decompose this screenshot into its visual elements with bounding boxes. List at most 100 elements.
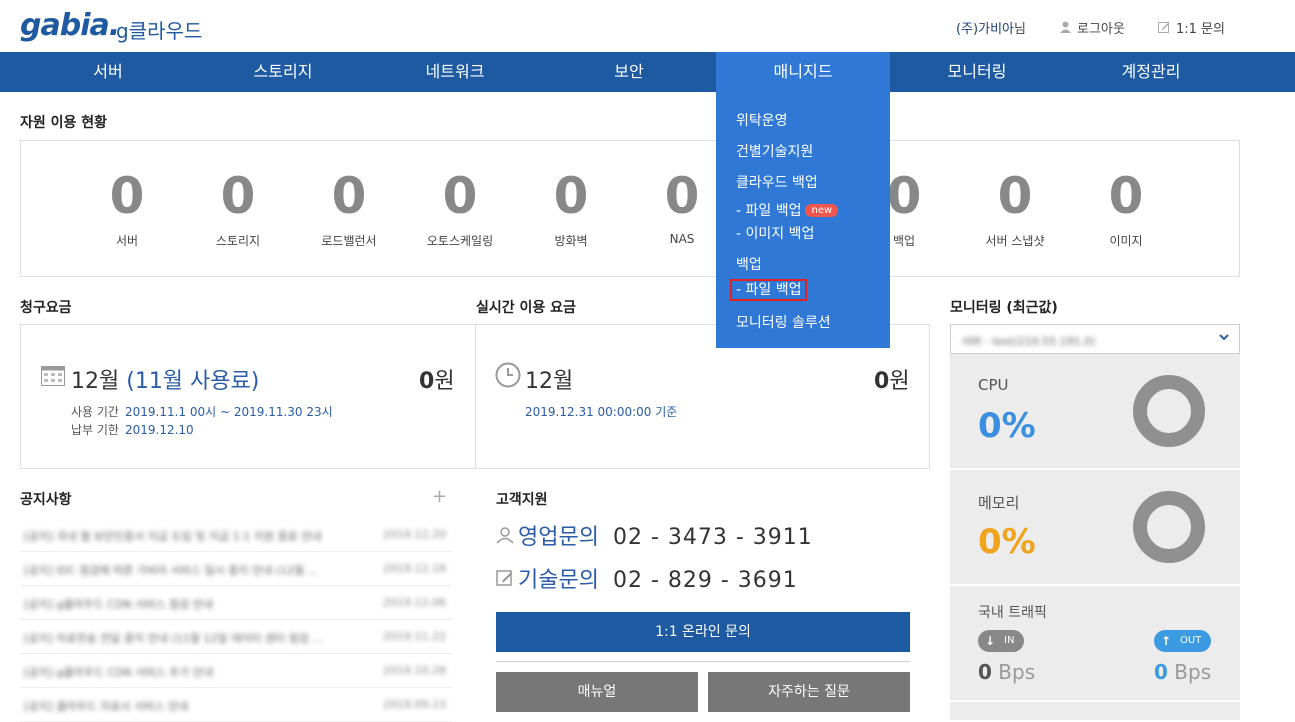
notice-row[interactable]: [공지] 자료전송 전달 중지 안내 (11월 12일 데이터 센터 점검 ..… — [20, 620, 452, 654]
notice-date: 2019.12.18 — [383, 562, 446, 575]
managed-dropdown-menu: 위탁운영 건별기술지원 클라우드 백업 - 파일 백업 new - 이미지 백업 … — [716, 92, 890, 348]
traffic-out-value: 0 Bps — [1154, 660, 1211, 684]
notices-more-button[interactable]: + — [432, 486, 447, 507]
resource-count: 0 — [997, 167, 1033, 225]
logout-link[interactable]: 로그아웃 — [1060, 18, 1125, 37]
notice-row[interactable]: [공지] g클라우드 CDN 서비스 추가 안내 2019.10.28 — [20, 654, 452, 688]
realtime-amount: 0원 — [874, 363, 910, 395]
menu-item-cloud-file-backup[interactable]: - 파일 백업 new — [736, 200, 839, 220]
resource-label: 서버 — [115, 234, 139, 248]
resource-storage[interactable]: 0 스토리지 — [188, 166, 288, 249]
traffic-out-badge: ↑ OUT — [1154, 630, 1212, 652]
company-label: (주)가비아 — [956, 22, 1014, 37]
notice-title: [공지] 국내 웹 보안인증서 지급 도입 및 지급 1:1 지원 종료 안내 — [24, 530, 322, 543]
menu-item-file-backup[interactable]: - 파일 백업 — [730, 279, 808, 301]
menu-item-label-highlighted: - 파일 백업 — [730, 279, 808, 301]
monitoring-title: 모니터링 (최근값) — [950, 300, 1058, 316]
nav-security[interactable]: 보안 — [521, 52, 737, 92]
clock-icon — [495, 362, 521, 392]
edit-icon — [1158, 21, 1170, 36]
resource-server[interactable]: 0 서버 — [77, 166, 177, 249]
resource-label: 로드밸런서 — [321, 234, 377, 248]
due-value: 2019.12.10 — [124, 423, 194, 437]
company-name: (주)가비아님 — [956, 18, 1026, 37]
sales-contact: 영업문의 02 - 3473 - 3911 — [496, 519, 813, 551]
resource-count: 0 — [1108, 167, 1144, 225]
divider — [496, 661, 910, 662]
traffic-in-badge: ↓ IN — [978, 630, 1025, 652]
divider — [475, 325, 476, 468]
menu-item-consignment[interactable]: 위탁운영 — [736, 110, 788, 130]
nav-account[interactable]: 계정관리 — [1043, 52, 1259, 92]
period-label: 사용 기간 — [71, 405, 119, 419]
resources-panel: 0 서버 0 스토리지 0 로드밸런서 0 오토스케일링 0 방화벽 0 NAS… — [20, 140, 1240, 277]
resource-label: 스토리지 — [215, 234, 261, 248]
menu-item-tech-support[interactable]: 건별기술지원 — [736, 141, 813, 161]
sales-phone: 02 - 3473 - 3911 — [612, 525, 813, 550]
billing-usage-month[interactable]: (11월 사용료) — [126, 369, 259, 394]
resource-label: 서버 스냅샷 — [985, 234, 1045, 248]
notice-title: [공지] IDC 점검에 따른 가비아 서비스 일시 중지 안내 (12월 ..… — [24, 564, 319, 577]
out-label: OUT — [1180, 635, 1202, 646]
resource-count: 0 — [553, 167, 589, 225]
support-title: 고객지원 — [496, 492, 548, 508]
tech-phone: 02 - 829 - 3691 — [612, 568, 798, 593]
notice-row[interactable]: [공지] 클라우드 자료사 서비스 안내 2019.09.23 — [20, 688, 452, 722]
notice-row[interactable]: [공지] 국내 웹 보안인증서 지급 도입 및 지급 1:1 지원 종료 안내 … — [20, 518, 452, 552]
header: gabia. g클라우드 (주)가비아님 로그아웃 1:1 문의 — [0, 0, 1295, 52]
memory-value: 0% — [978, 522, 1036, 562]
traffic-label: 국내 트래픽 — [978, 605, 1047, 621]
online-inquiry-button[interactable]: 1:1 온라인 문의 — [496, 612, 910, 652]
notice-title: [공지] 자료전송 전달 중지 안내 (11월 12일 데이터 센터 점검 ..… — [24, 632, 323, 645]
in-label: IN — [1004, 635, 1015, 646]
resource-autoscaling[interactable]: 0 오토스케일링 — [410, 166, 510, 249]
notice-row[interactable]: [공지] IDC 점검에 따른 가비아 서비스 일시 중지 안내 (12월 ..… — [20, 552, 452, 586]
faq-button[interactable]: 자주하는 질문 — [708, 672, 910, 712]
billing-unit: 원 — [434, 369, 455, 394]
resource-firewall[interactable]: 0 방화벽 — [521, 166, 621, 249]
notice-date: 2019.12.06 — [383, 596, 446, 609]
inquiry-link[interactable]: 1:1 문의 — [1158, 18, 1225, 37]
manual-button[interactable]: 매뉴얼 — [496, 672, 698, 712]
next-panel — [950, 702, 1240, 720]
menu-item-monitoring-solution[interactable]: 모니터링 솔루션 — [736, 312, 831, 332]
period-value: 2019.11.1 00시 ~ 2019.11.30 23시 — [124, 405, 333, 419]
resource-label: 오토스케일링 — [426, 234, 494, 248]
gabia-logo[interactable]: gabia. — [20, 8, 120, 43]
menu-item-label: - 파일 백업 — [736, 203, 802, 219]
resource-image[interactable]: 0 이미지 — [1076, 166, 1176, 249]
nav-managed[interactable]: 매니지드 — [716, 52, 890, 92]
memory-donut-chart — [1133, 491, 1205, 563]
traffic-in-value: 0 Bps — [978, 660, 1035, 684]
notices-title: 공지사항 — [20, 492, 72, 508]
notice-date: 2019.10.28 — [383, 664, 446, 677]
resource-label: 이미지 — [1109, 234, 1143, 248]
resource-label: 방화벽 — [554, 234, 588, 248]
in-unit: Bps — [998, 660, 1036, 684]
logo-subtitle[interactable]: g클라우드 — [116, 15, 202, 44]
cpu-value: 0% — [978, 406, 1036, 446]
resource-loadbalancer[interactable]: 0 로드밸런서 — [299, 166, 399, 249]
menu-item-cloud-backup[interactable]: 클라우드 백업 — [736, 172, 818, 192]
notice-row[interactable]: [공지] g클라우드 CDN 서비스 점검 안내 2019.12.06 — [20, 586, 452, 620]
menu-item-image-backup[interactable]: - 이미지 백업 — [736, 223, 814, 243]
tech-label: 기술문의 — [518, 568, 599, 593]
resource-count: 0 — [442, 167, 478, 225]
calendar-icon — [41, 366, 65, 390]
notice-title: [공지] g클라우드 CDN 서비스 점검 안내 — [24, 598, 213, 611]
arrow-up-icon: ↑ — [1160, 634, 1172, 648]
resources-title: 자원 이용 현황 — [20, 115, 108, 131]
notice-date: 2019.09.23 — [383, 698, 446, 711]
server-select-value: 서버 - test(210.55.191.0) — [961, 335, 1096, 348]
user-icon — [496, 525, 518, 550]
billing-title: 청구요금 — [20, 300, 72, 316]
realtime-month: 12월 — [525, 369, 574, 394]
billing-amount: 0원 — [419, 363, 455, 395]
billing-month: 12월 (11월 사용료) — [71, 363, 259, 395]
logout-label: 로그아웃 — [1077, 22, 1125, 37]
server-select[interactable]: 서버 - test(210.55.191.0) — [950, 324, 1240, 354]
menu-item-backup[interactable]: 백업 — [736, 254, 762, 274]
resource-snapshot[interactable]: 0 서버 스냅샷 — [965, 166, 1065, 249]
cpu-label: CPU — [978, 376, 1009, 394]
new-badge: new — [805, 204, 839, 217]
